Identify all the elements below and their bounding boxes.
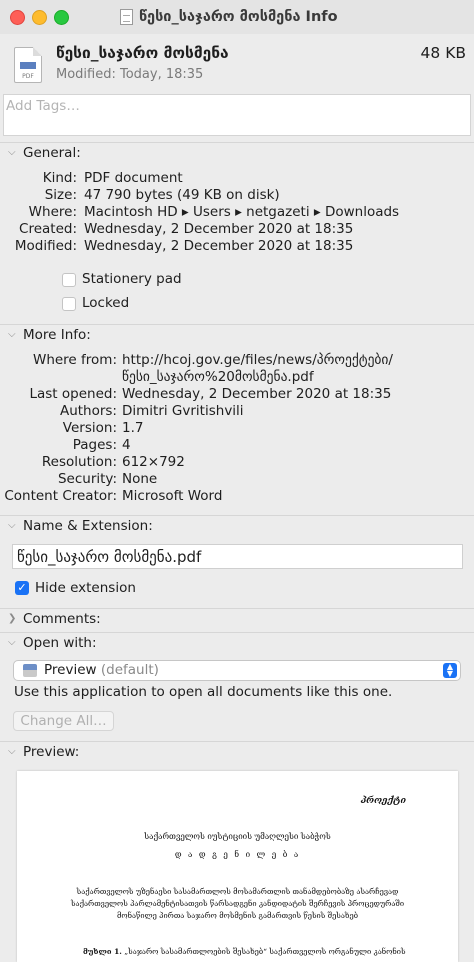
preview-paragraph: საქართველოს უზენაესი სასამართლოს მოსამარ… [70,887,405,920]
preview-line: დ ა დ გ ე ნ ი ლ ე ბ ა [174,850,301,859]
info-key: Last opened: [29,386,117,402]
chevron-down-icon[interactable]: ⌵ [8,147,16,158]
hide-extension-label: Hide extension [35,580,136,596]
section-comments-header[interactable]: ❯ Comments: [0,609,474,631]
info-value: Microsoft Word [122,488,223,504]
preview-line: საქართველოს იუსტიციის უმაღლესი საბჭოს [144,832,331,841]
up-down-chevron-icon[interactable]: ▲ ▼ [443,663,457,678]
preview-article-text: „საჯარო სასამართლოების შესახებ“ საქართვე… [121,947,406,956]
info-row-version: Version: 1.7 [0,420,474,437]
section-more-info-header[interactable]: ⌵ More Info: [0,325,474,347]
change-all-button[interactable]: Change All… [13,711,114,731]
info-row-authors: Authors: Dimitri Gvritishvili [0,403,474,420]
close-button[interactable] [10,10,25,25]
app-name: Preview [44,662,97,678]
info-value: 612×792 [122,454,185,470]
info-value: Wednesday, 2 December 2020 at 18:35 [122,386,392,402]
info-row-where: Where: Macintosh HD ▸ Users ▸ netgazeti … [0,204,474,221]
section-more-info-title: More Info: [23,327,91,343]
info-key: Security: [57,471,117,487]
info-value: 47 790 bytes (49 KB on disk) [84,187,280,203]
section-preview-title: Preview: [23,744,80,760]
section-general-header[interactable]: ⌵ General: [0,143,474,165]
info-key: Content Creator: [4,488,117,504]
info-key: Created: [19,221,77,237]
locked-checkbox[interactable] [62,297,76,311]
zoom-button[interactable] [54,10,69,25]
info-value: None [122,471,158,487]
info-row-security: Security: None [0,471,474,488]
info-row-modified: Modified: Wednesday, 2 December 2020 at … [0,238,474,255]
info-row-resolution: Resolution: 612×792 [0,454,474,471]
stationery-pad-label: Stationery pad [82,271,182,287]
hide-extension-checkbox[interactable]: ✓ [15,581,29,595]
preview-article: მუხლი 1. [83,947,122,956]
window-title-group: წესი_საჯარო მოსმენა Info [120,6,338,28]
info-row-content-creator: Content Creator: Microsoft Word [0,488,474,505]
info-key: Authors: [59,403,117,419]
file-header: PDF წესი_საჯარო მოსმენა 48 KB Modified: … [0,34,474,94]
info-row-pages: Pages: 4 [0,437,474,454]
info-row-where-from: Where from: http://hcoj.gov.ge/files/new… [0,352,474,369]
section-preview-header[interactable]: ⌵ Preview: [0,742,474,764]
info-value: Macintosh HD ▸ Users ▸ netgazeti ▸ Downl… [84,204,400,220]
info-key: Kind: [42,170,77,186]
title-bar: წესი_საჯარო მოსმენა Info [0,0,474,34]
open-with-description: Use this application to open all documen… [14,684,393,700]
info-key: Where from: [32,352,117,368]
info-row-last-opened: Last opened: Wednesday, 2 December 2020 … [0,386,474,403]
preview-app-icon [23,664,37,677]
info-row-size: Size: 47 790 bytes (49 KB on disk) [0,187,474,204]
info-value: წესი_საჯარო%20მოსმენა.pdf [122,369,314,385]
file-name-input[interactable] [12,544,463,569]
section-open-with-title: Open with: [23,635,97,651]
chevron-right-icon[interactable]: ❯ [8,613,16,624]
info-value: Dimitri Gvritishvili [122,403,244,419]
minimize-button[interactable] [32,10,47,25]
chevron-down-icon[interactable]: ⌵ [8,746,16,757]
info-key: Version: [62,420,117,436]
info-key: Pages: [72,437,117,453]
section-comments-title: Comments: [23,611,101,627]
chevron-down-icon[interactable]: ⌵ [8,637,16,648]
stationery-pad-checkbox[interactable] [62,273,76,287]
info-value: Wednesday, 2 December 2020 at 18:35 [84,238,354,254]
info-key: Where: [28,204,77,220]
info-value: 4 [122,437,131,453]
file-name: წესი_საჯარო მოსმენა [56,44,229,62]
locked-label: Locked [82,295,130,311]
document-icon [120,9,133,25]
app-default-suffix: (default) [100,662,159,678]
preview-line: პროექტი [360,796,406,806]
info-row-kind: Kind: PDF document [0,170,474,187]
window-title: წესი_საჯარო მოსმენა Info [139,9,338,25]
info-value: PDF document [84,170,183,186]
open-with-select[interactable]: Preview (default) ▲ ▼ [13,660,461,681]
info-key: Resolution: [41,454,117,470]
info-key: Size: [44,187,77,203]
info-row-where-from-cont: წესი_საჯარო%20მოსმენა.pdf [0,369,474,386]
pdf-document-icon[interactable]: PDF [14,47,42,83]
section-open-with-header[interactable]: ⌵ Open with: [0,633,474,655]
tags-placeholder: Add Tags… [6,98,80,114]
info-key: Modified: [14,238,77,254]
chevron-down-icon[interactable]: ⌵ [8,329,16,340]
chevron-down-icon[interactable]: ⌵ [8,520,16,531]
info-value: http://hcoj.gov.ge/files/news/პროექტები/ [122,352,393,368]
info-value: Wednesday, 2 December 2020 at 18:35 [84,221,354,237]
file-size: 48 KB [420,44,466,62]
section-general-title: General: [23,145,81,161]
section-name-extension-header[interactable]: ⌵ Name & Extension: [0,516,474,538]
preview-line: მუხლი 1. „საჯარო სასამართლოების შესახებ“… [83,947,406,956]
modified-date: Modified: Today, 18:35 [56,67,204,82]
tags-field[interactable]: Add Tags… [3,94,471,136]
info-row-created: Created: Wednesday, 2 December 2020 at 1… [0,221,474,238]
section-name-extension-title: Name & Extension: [23,518,153,534]
info-value: 1.7 [122,420,144,436]
document-preview: პროექტი საქართველოს იუსტიციის უმაღლესი ს… [17,771,458,962]
